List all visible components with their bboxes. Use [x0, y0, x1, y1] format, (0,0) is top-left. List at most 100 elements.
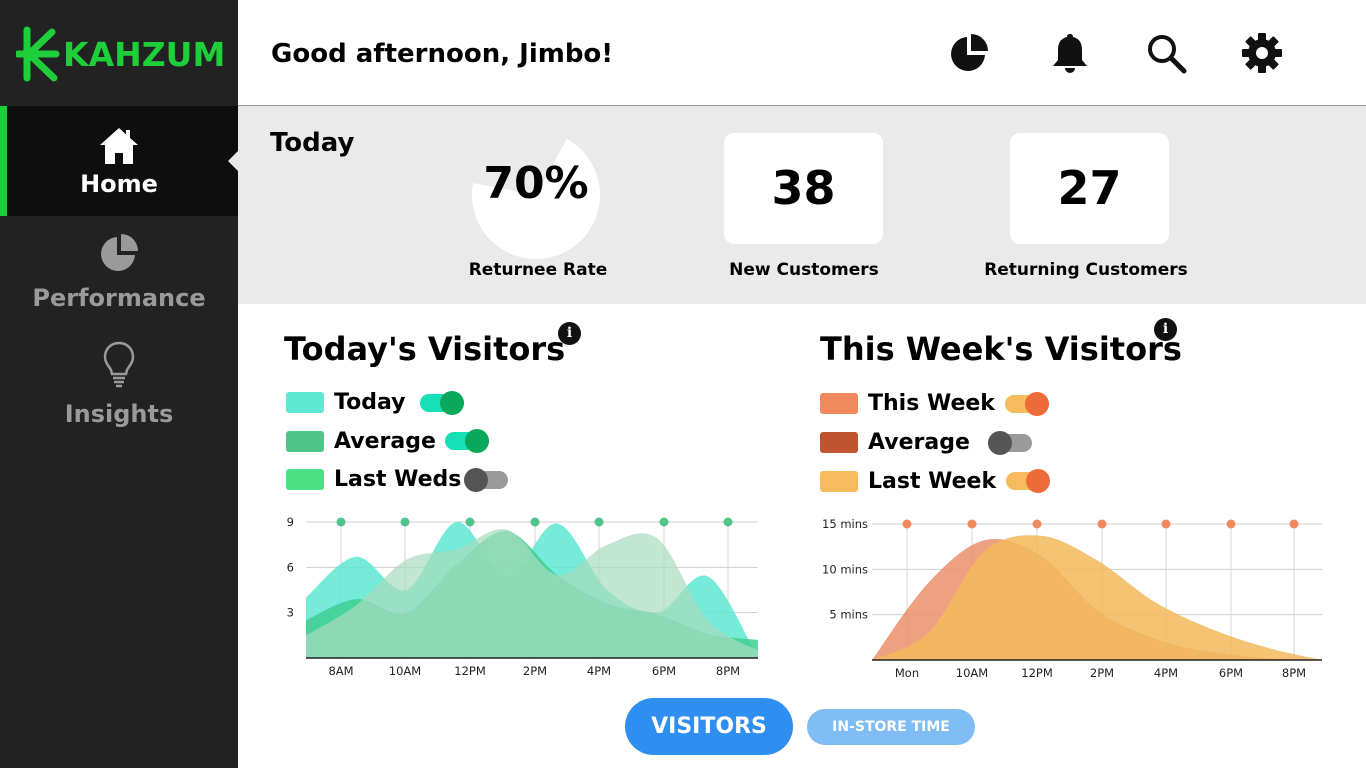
x-tick-label: 8PM [716, 664, 740, 678]
todays-visitors-chart: 9 6 3 8AM 10AM 12PM 2PM 4PM 6PM 8PM [287, 515, 758, 678]
legend-label: Average [868, 429, 970, 455]
legend-swatch [286, 468, 324, 490]
x-tick-label: 6PM [652, 664, 676, 678]
y-tick-label: 5 mins [829, 608, 868, 622]
x-tick-label: 10AM [956, 666, 988, 680]
legend-item-today: Today [286, 389, 406, 415]
data-marker [400, 517, 410, 527]
bell-icon[interactable] [1049, 32, 1091, 74]
toggle-last-weds[interactable] [464, 468, 508, 492]
brand-logo[interactable]: KAHZUM [16, 24, 225, 84]
sidebar-item-label: Insights [64, 400, 174, 428]
y-tick-label: 10 mins [822, 562, 868, 576]
toggle-knob [988, 431, 1012, 455]
home-icon [100, 128, 138, 164]
legend-swatch [820, 431, 858, 453]
sidebar-item-insights[interactable]: Insights [0, 338, 238, 438]
data-marker [1226, 519, 1236, 529]
today-title: Today [270, 128, 355, 158]
visitors-button[interactable]: VISITORS [625, 698, 793, 755]
toggle-knob [1025, 392, 1049, 416]
x-tick-label: 2PM [1090, 666, 1114, 680]
legend-label: Today [334, 389, 406, 415]
x-tick-label: 12PM [1021, 666, 1053, 680]
x-tick-label: 6PM [1219, 666, 1243, 680]
search-icon[interactable] [1145, 32, 1187, 74]
legend-item-last-week: Last Week [820, 468, 997, 494]
dashboard-app: KAHZUM Home Performance Insights Good af… [0, 0, 1366, 768]
brand-name: KAHZUM [63, 34, 226, 74]
sidebar-item-label: Home [80, 170, 158, 198]
data-marker [336, 517, 346, 527]
returnee-rate-label: Returnee Rate [468, 260, 608, 280]
week-visitors-title: This Week's Visitors [820, 330, 1182, 368]
data-marker [1161, 519, 1171, 529]
week-visitors-chart: 15 mins 10 mins 5 mins Mon 10AM 12PM 2PM 4PM 6PM… [822, 517, 1322, 680]
lightbulb-icon [103, 341, 135, 388]
returning-customers-value: 27 [1010, 133, 1169, 244]
data-marker [659, 517, 669, 527]
data-marker [594, 517, 604, 527]
info-icon[interactable]: i [558, 322, 581, 345]
new-customers-label: New Customers [729, 260, 879, 280]
new-customers-value: 38 [724, 133, 883, 244]
toggle-today[interactable] [420, 391, 464, 415]
data-marker [1097, 519, 1107, 529]
y-tick-label: 15 mins [822, 517, 868, 531]
sidebar-item-label: Performance [32, 284, 206, 312]
legend-label: This Week [868, 390, 995, 416]
legend-swatch [286, 430, 324, 452]
toggle-average[interactable] [988, 431, 1032, 455]
legend-label: Last Week [868, 468, 997, 494]
data-marker [465, 517, 475, 527]
greeting-text: Good afternoon, Jimbo! [271, 39, 614, 69]
x-tick-label: 4PM [587, 664, 611, 678]
x-tick-label: 2PM [523, 664, 547, 678]
toggle-knob [440, 391, 464, 415]
x-tick-label: 8AM [328, 664, 353, 678]
x-tick-label: Mon [895, 666, 919, 680]
legend-item-last-weds: Last Weds [286, 466, 462, 492]
sidebar-item-performance[interactable]: Performance [0, 226, 238, 326]
data-marker [1289, 519, 1299, 529]
toggle-average[interactable] [445, 429, 489, 453]
toggle-knob [465, 429, 489, 453]
legend-label: Average [334, 428, 436, 454]
in-store-time-button[interactable]: IN-STORE TIME [807, 709, 975, 745]
returning-customers-label: Returning Customers [984, 260, 1188, 280]
legend-label: Last Weds [334, 466, 462, 492]
returnee-rate-value: 70% [483, 158, 589, 209]
area-last-weds [306, 528, 758, 658]
info-icon[interactable]: i [1154, 318, 1177, 341]
toggle-knob [464, 468, 488, 492]
y-tick-label: 9 [287, 515, 294, 529]
data-marker [723, 517, 733, 527]
toggle-knob [1026, 469, 1050, 493]
active-indicator [0, 106, 7, 216]
y-tick-label: 3 [287, 606, 294, 620]
sidebar: KAHZUM Home Performance Insights [0, 0, 239, 768]
toggle-this-week[interactable] [1005, 392, 1049, 416]
todays-visitors-title: Today's Visitors [284, 330, 566, 368]
pie-chart-icon[interactable] [949, 32, 991, 74]
legend-item-this-week: This Week [820, 390, 995, 416]
data-marker [967, 519, 977, 529]
toggle-last-week[interactable] [1006, 469, 1050, 493]
legend-swatch [820, 392, 858, 414]
legend-item-average: Average [286, 428, 436, 454]
today-summary: Today 70% Returnee Rate 38 New Customers… [238, 106, 1366, 304]
data-marker [530, 517, 540, 527]
x-tick-label: 12PM [454, 664, 486, 678]
sidebar-item-home[interactable]: Home [0, 106, 239, 216]
data-marker [1032, 519, 1042, 529]
data-marker [902, 519, 912, 529]
top-header: Good afternoon, Jimbo! [238, 0, 1366, 106]
gear-icon[interactable] [1241, 32, 1283, 74]
legend-item-average: Average [820, 429, 970, 455]
legend-swatch [286, 391, 324, 413]
y-tick-label: 6 [287, 560, 294, 574]
x-tick-label: 4PM [1154, 666, 1178, 680]
x-tick-label: 10AM [389, 664, 421, 678]
x-tick-label: 8PM [1282, 666, 1306, 680]
pie-chart-icon [101, 234, 138, 271]
